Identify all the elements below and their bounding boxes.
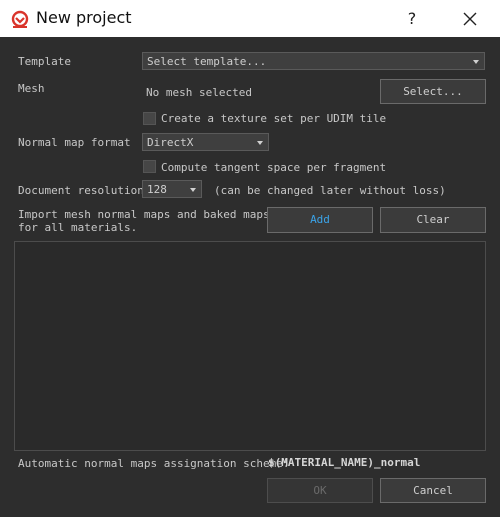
chevron-down-icon <box>257 141 263 145</box>
mesh-select-button[interactable]: Select... <box>380 79 486 104</box>
chevron-down-icon <box>190 188 196 192</box>
cancel-button[interactable]: Cancel <box>380 478 486 503</box>
resolution-note: (can be changed later without loss) <box>214 184 446 197</box>
resolution-select[interactable]: 128 <box>142 180 202 198</box>
normal-maps-list[interactable] <box>14 241 486 451</box>
template-select[interactable]: Select template... <box>142 52 485 70</box>
close-button[interactable] <box>452 4 488 34</box>
import-label-line2: for all materials. <box>18 221 138 234</box>
scheme-label: Automatic normal maps assignation scheme… <box>18 457 290 470</box>
chevron-down-icon <box>473 60 479 64</box>
app-logo-icon <box>10 9 30 29</box>
clear-button[interactable]: Clear <box>380 207 486 233</box>
template-select-value: Select template... <box>147 55 267 68</box>
title-bar: New project ? <box>0 0 500 37</box>
mesh-value: No mesh selected <box>146 86 252 99</box>
window-title: New project <box>36 8 132 27</box>
tangent-label: Compute tangent space per fragment <box>161 161 387 174</box>
normal-map-format-select[interactable]: DirectX <box>142 133 269 151</box>
resolution-value: 128 <box>147 183 167 196</box>
normal-map-format-label: Normal map format <box>18 136 131 149</box>
udim-label: Create a texture set per UDIM tile <box>161 112 387 125</box>
close-icon <box>463 12 477 26</box>
tangent-checkbox[interactable] <box>143 160 156 173</box>
udim-checkbox[interactable] <box>143 112 156 125</box>
scheme-value: $(MATERIAL_NAME)_normal <box>268 456 421 469</box>
normal-map-format-value: DirectX <box>147 136 194 149</box>
resolution-label: Document resolution <box>18 184 144 197</box>
import-label-line1: Import mesh normal maps and baked maps <box>18 208 270 221</box>
template-label: Template <box>18 55 71 68</box>
add-button[interactable]: Add <box>267 207 373 233</box>
mesh-label: Mesh <box>18 82 45 95</box>
help-button[interactable]: ? <box>400 7 424 31</box>
ok-button[interactable]: OK <box>267 478 373 503</box>
